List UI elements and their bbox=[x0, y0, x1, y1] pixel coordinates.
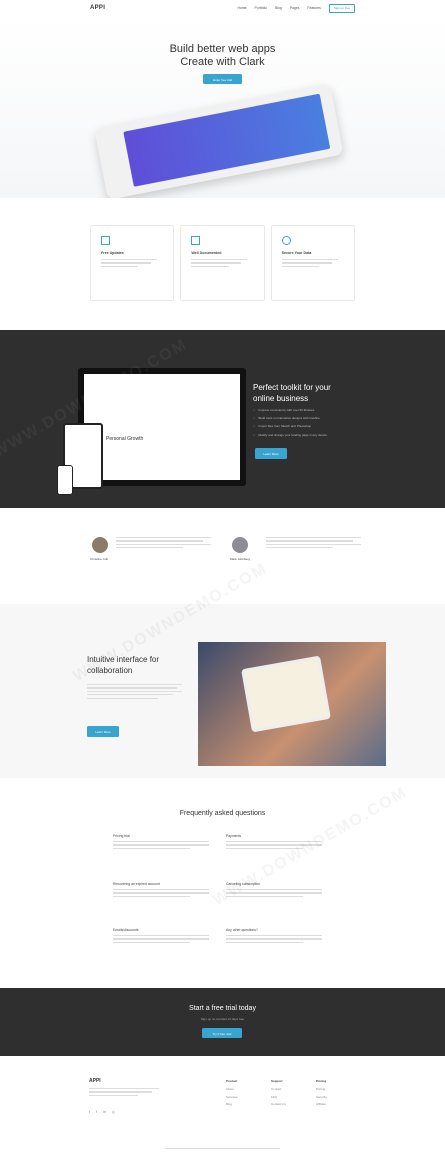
footer-link[interactable]: About bbox=[226, 1087, 238, 1091]
lightbulb-icon bbox=[281, 236, 291, 245]
testimonial-name: Mark Johnberg bbox=[230, 557, 251, 561]
footer-brand[interactable]: APPI bbox=[89, 1078, 101, 1084]
brand-logo[interactable]: APPI bbox=[90, 5, 105, 11]
nav-link-features[interactable]: Features bbox=[307, 6, 320, 10]
toolkit-list: Improve consistency with over 50 librari… bbox=[253, 408, 327, 441]
linkedin-icon[interactable]: in bbox=[103, 1110, 106, 1114]
copyright bbox=[165, 1148, 280, 1150]
feature-card: Free Updates bbox=[90, 225, 175, 301]
cta-title: Start a free trial today bbox=[189, 1005, 256, 1012]
landing-page: APPI Home Portfolio Blog Pages Features … bbox=[0, 0, 445, 1158]
footer-link[interactable]: FAQ bbox=[271, 1095, 286, 1099]
collab-learn-more-button[interactable]: Learn More bbox=[87, 726, 119, 737]
avatar bbox=[92, 537, 108, 553]
toolkit-item: Improve consistency with over 50 librari… bbox=[253, 408, 327, 412]
faq-item: Any other questions? bbox=[226, 928, 322, 945]
toolkit-learn-more-button[interactable]: Learn More bbox=[255, 448, 287, 459]
footer-col: Product About Services Blog bbox=[226, 1079, 238, 1110]
collab-text bbox=[87, 684, 182, 701]
avatar bbox=[232, 537, 248, 553]
instagram-icon[interactable]: ◎ bbox=[112, 1110, 115, 1114]
footer-link[interactable]: Blog bbox=[226, 1102, 238, 1106]
faq-section: Frequently asked questions Pricing trial… bbox=[0, 778, 445, 988]
nav-link-home[interactable]: Home bbox=[238, 6, 247, 10]
footer: APPI t f in ◎ Product About Services Blo… bbox=[0, 1056, 445, 1158]
tablet-screen bbox=[123, 93, 331, 187]
footer-col: Pricing Pricing Security Affiliate bbox=[316, 1079, 327, 1110]
faq-question: Recovering an expired account bbox=[113, 882, 160, 886]
feature-title: Well Documented bbox=[191, 251, 222, 255]
footer-link[interactable]: Contact Us bbox=[271, 1102, 286, 1106]
collaboration-section: Intuitive interface for collaboration Le… bbox=[0, 560, 445, 778]
faq-item: Emails/discounts bbox=[113, 928, 209, 945]
social-links: t f in ◎ bbox=[89, 1110, 115, 1114]
nav-link-blog[interactable]: Blog bbox=[275, 6, 282, 10]
footer-link[interactable]: Contact bbox=[271, 1087, 286, 1091]
cta-trial-button[interactable]: Try it free now bbox=[202, 1028, 242, 1038]
footer-description bbox=[89, 1088, 159, 1098]
tablet-photo bbox=[198, 642, 386, 766]
nav-link-pages[interactable]: Pages bbox=[290, 6, 300, 10]
hero-section: Build better web apps Create with Clark … bbox=[0, 16, 445, 198]
hero-title-line2: Create with Clark bbox=[180, 56, 265, 68]
top-nav: APPI Home Portfolio Blog Pages Features … bbox=[0, 0, 445, 16]
facebook-icon[interactable]: f bbox=[96, 1110, 97, 1114]
toolkit-title-line1: Perfect toolkit for your bbox=[253, 383, 331, 392]
footer-col-heading: Pricing bbox=[316, 1079, 327, 1083]
phone-mockup bbox=[57, 465, 73, 495]
toolkit-item: Build tools on interactive designs with … bbox=[253, 416, 327, 420]
footer-link[interactable]: Services bbox=[226, 1095, 238, 1099]
testimonials: Christine Cuh Mark Johnberg bbox=[90, 535, 361, 573]
toolkit-item: Import files from Sketch and Photoshop bbox=[253, 424, 327, 428]
footer-col-heading: Product bbox=[226, 1079, 238, 1083]
mockup-title: Personal Growth bbox=[106, 436, 144, 442]
toolkit-title: Perfect toolkit for your online business bbox=[253, 382, 331, 404]
testimonial-name: Christine Cuh bbox=[90, 557, 109, 561]
footer-col-heading: Support bbox=[271, 1079, 283, 1083]
feature-title: Free Updates bbox=[101, 251, 124, 255]
features-row: Free Updates Well Documented Secure Your… bbox=[90, 225, 355, 301]
signup-button[interactable]: Sign up free bbox=[328, 3, 355, 13]
tablet-in-hands bbox=[241, 655, 331, 733]
hero-cta-button[interactable]: Enter free trial bbox=[203, 74, 242, 84]
hero-title-line1: Build better web apps bbox=[169, 43, 276, 55]
feature-card: Well Documented bbox=[180, 225, 265, 301]
toolkit-section: Personal Growth Perfect toolkit for your… bbox=[0, 330, 445, 508]
tablet-mockup bbox=[94, 83, 344, 198]
footer-link[interactable]: Pricing bbox=[316, 1087, 327, 1091]
hero-title: Build better web apps Create with Clark bbox=[0, 43, 445, 69]
faq-question: Pricing trial bbox=[113, 834, 130, 838]
testimonial-text bbox=[116, 537, 211, 551]
footer-link[interactable]: Affiliate bbox=[316, 1102, 327, 1106]
toolkit-item: Modify and change your landing page in a… bbox=[253, 433, 327, 437]
footer-link[interactable]: Security bbox=[316, 1095, 327, 1099]
twitter-icon[interactable]: t bbox=[89, 1110, 90, 1114]
toolkit-title-line2: online business bbox=[253, 394, 309, 403]
testimonial-text bbox=[266, 537, 361, 551]
cta-subtitle: Sign up no contract 14 days free bbox=[200, 1017, 245, 1021]
grid-icon bbox=[101, 236, 110, 245]
feature-title: Secure Your Data bbox=[281, 251, 312, 255]
faq-question: Any other questions? bbox=[226, 928, 258, 932]
nav-link-portfolio[interactable]: Portfolio bbox=[255, 6, 267, 10]
feature-card: Secure Your Data bbox=[270, 225, 355, 301]
cta-section: Start a free trial today Sign up no cont… bbox=[0, 988, 445, 1056]
folder-icon bbox=[191, 236, 201, 245]
faq-item: Recovering an expired account bbox=[113, 882, 209, 899]
faq-item: Pricing trial bbox=[113, 834, 209, 851]
footer-col: Support Contact FAQ Contact Us bbox=[271, 1079, 286, 1110]
faq-question: Emails/discounts bbox=[113, 928, 139, 932]
nav-links: Home Portfolio Blog Pages Features Sign … bbox=[238, 3, 355, 13]
